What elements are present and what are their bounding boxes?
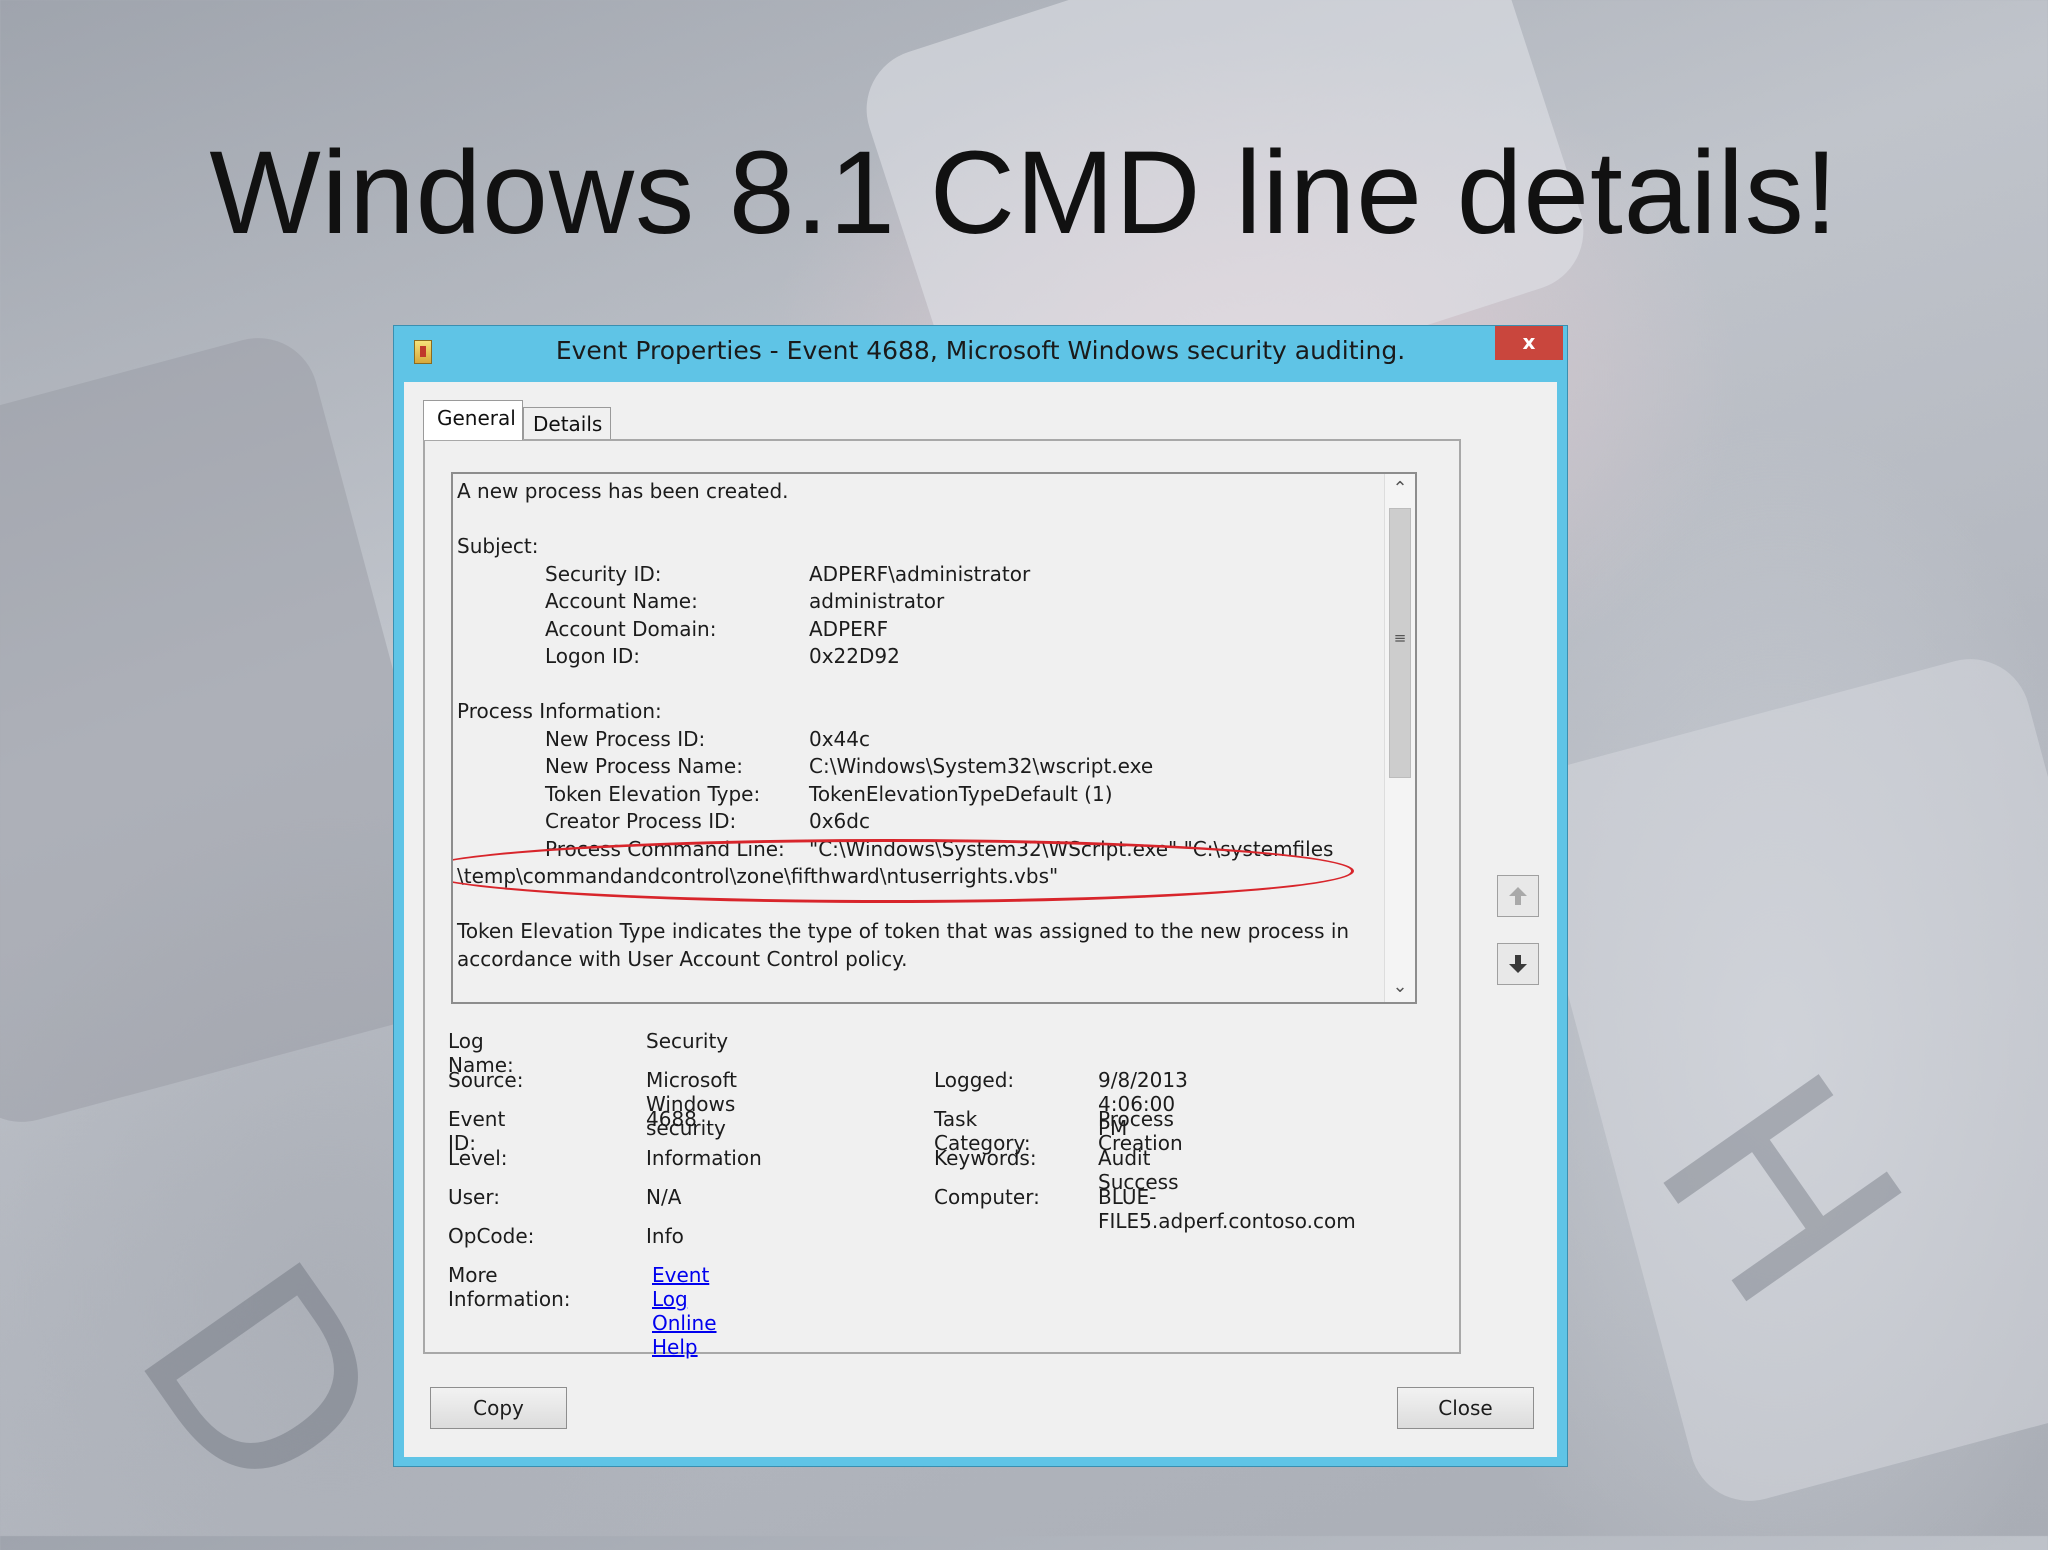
- general-tab-panel: A new process has been created. Subject:…: [423, 439, 1461, 1359]
- event-description-line: Account Name: administrator: [545, 589, 945, 613]
- event-description-line: accordance with User Account Control pol…: [457, 946, 908, 971]
- event-description-line: Token Elevation Type indicates the type …: [457, 919, 1350, 943]
- event-description-line: New Process Name: C:\Windows\System32\wsc…: [545, 754, 1154, 778]
- window-title: Event Properties - Event 4688, Microsoft…: [555, 336, 1406, 365]
- arrow-down-icon: [1509, 955, 1527, 973]
- scroll-thumb[interactable]: ≡: [1389, 508, 1411, 778]
- level-value: Information: [646, 1146, 762, 1170]
- window-close-button[interactable]: x: [1495, 326, 1563, 360]
- scroll-down-icon[interactable]: ⌄: [1385, 972, 1415, 1002]
- scroll-up-icon[interactable]: ⌃: [1385, 474, 1415, 504]
- keywords-label: Keywords:: [934, 1146, 1037, 1170]
- event-description-line: Process Information:: [457, 699, 662, 723]
- dialog-client-area: General Details A new process has been c…: [404, 382, 1557, 1457]
- computer-value: BLUE-FILE5.adperf.contoso.com: [1098, 1185, 1356, 1233]
- event-description-line: Subject:: [457, 534, 539, 558]
- event-description-line: Logon ID: 0x22D92: [545, 644, 900, 668]
- next-event-button[interactable]: [1497, 943, 1539, 985]
- tab-details[interactable]: Details: [523, 407, 611, 440]
- user-value: N/A: [646, 1185, 682, 1209]
- copy-button[interactable]: Copy: [430, 1387, 567, 1429]
- event-description-line: [457, 891, 1377, 919]
- event-description-line: Creator Process ID: 0x6dc: [545, 809, 870, 833]
- more-information-label: More Information:: [448, 1263, 571, 1311]
- scroll-grip-icon: ≡: [1393, 629, 1407, 647]
- source-label: Source:: [448, 1068, 524, 1092]
- computer-label: Computer:: [934, 1185, 1040, 1209]
- close-button[interactable]: Close: [1397, 1387, 1534, 1429]
- event-description-line: Process Command Line: "C:\Windows\System3…: [545, 836, 1334, 861]
- background-key-letter: D: [78, 1212, 442, 1550]
- event-description-line: Security ID: ADPERF\administrator: [545, 561, 1031, 586]
- event-description-line: Account Domain: ADPERF: [545, 616, 889, 641]
- logged-label: Logged:: [934, 1068, 1015, 1092]
- event-description-line: A new process has been created.: [457, 479, 789, 503]
- event-description-box[interactable]: A new process has been created. Subject:…: [451, 472, 1417, 1004]
- previous-event-button[interactable]: [1497, 875, 1539, 917]
- title-bar[interactable]: Event Properties - Event 4688, Microsoft…: [394, 326, 1567, 382]
- event-description-line: New Process ID: 0x44c: [545, 726, 871, 751]
- opcode-value: Info: [646, 1224, 684, 1248]
- event-id-value: 4688: [646, 1107, 697, 1131]
- level-label: Level:: [448, 1146, 508, 1170]
- log-name-value: Security: [646, 1029, 729, 1053]
- user-label: User:: [448, 1185, 500, 1209]
- event-description-text: A new process has been created. Subject:…: [457, 478, 1377, 973]
- event-description-line: Token Elevation Type: TokenElevationTypeD…: [545, 781, 1113, 806]
- opcode-label: OpCode:: [448, 1224, 535, 1248]
- tab-general[interactable]: General: [423, 400, 523, 440]
- event-properties-dialog: Event Properties - Event 4688, Microsoft…: [393, 325, 1568, 1467]
- arrow-up-icon: [1509, 887, 1527, 905]
- event-log-online-help-link[interactable]: Event Log Online Help: [652, 1263, 717, 1359]
- event-description-line: \temp\commandandcontrol\zone\fifthward\n…: [457, 864, 1059, 888]
- event-description-line: [457, 671, 1377, 699]
- slide-title: Windows 8.1 CMD line details!: [209, 127, 1839, 259]
- event-description-line: [457, 506, 1377, 534]
- description-scrollbar[interactable]: ⌃ ≡ ⌄: [1384, 474, 1415, 1002]
